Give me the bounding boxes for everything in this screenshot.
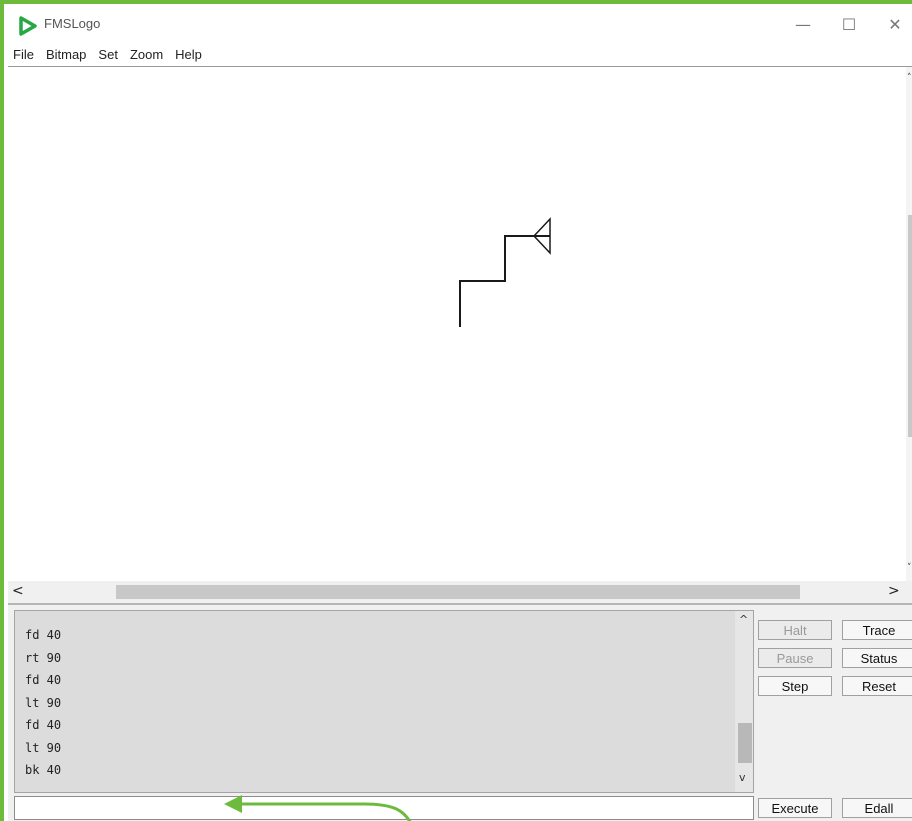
close-button[interactable]: ✕: [872, 8, 912, 40]
execute-button[interactable]: Execute: [758, 798, 832, 818]
commander-panel: fd 40 rt 90 fd 40 lt 90 fd 40 lt 90 bk 4…: [8, 603, 912, 821]
command-history[interactable]: fd 40 rt 90 fd 40 lt 90 fd 40 lt 90 bk 4…: [14, 610, 754, 793]
scroll-down-arrow-icon[interactable]: ˅: [907, 563, 912, 573]
canvas-horizontal-scrollbar[interactable]: < >: [8, 581, 912, 603]
horizontal-scroll-thumb[interactable]: [116, 585, 800, 599]
history-line[interactable]: fd 40: [25, 714, 61, 737]
menu-file[interactable]: File: [8, 47, 41, 62]
halt-button[interactable]: Halt: [758, 620, 832, 640]
pause-button[interactable]: Pause: [758, 648, 832, 668]
command-input[interactable]: [14, 796, 754, 820]
trace-button[interactable]: Trace: [842, 620, 912, 640]
history-line[interactable]: lt 90: [25, 737, 61, 760]
history-line[interactable]: fd 40: [25, 669, 61, 692]
edall-button[interactable]: Edall: [842, 798, 912, 818]
app-window: FMSLogo — ☐ ✕ File Bitmap Set Zoom Help …: [0, 0, 912, 821]
reset-button[interactable]: Reset: [842, 676, 912, 696]
scroll-up-arrow-icon[interactable]: ˄: [907, 73, 912, 83]
status-button[interactable]: Status: [842, 648, 912, 668]
history-line[interactable]: lt 90: [25, 692, 61, 715]
menu-bitmap[interactable]: Bitmap: [41, 47, 93, 62]
history-scroll-up-icon[interactable]: ^: [739, 613, 748, 626]
vertical-scroll-thumb[interactable]: [908, 215, 912, 437]
window-title: FMSLogo: [44, 16, 101, 31]
menu-bar: File Bitmap Set Zoom Help: [8, 42, 912, 67]
title-bar: FMSLogo — ☐ ✕: [8, 8, 912, 42]
menu-zoom[interactable]: Zoom: [125, 47, 170, 62]
menu-set[interactable]: Set: [93, 47, 125, 62]
history-scrollbar[interactable]: ^ v: [735, 611, 753, 792]
maximize-button[interactable]: ☐: [826, 8, 872, 40]
step-button[interactable]: Step: [758, 676, 832, 696]
history-scroll-down-icon[interactable]: v: [739, 771, 746, 784]
menu-help[interactable]: Help: [170, 47, 209, 62]
turtle-drawing: [459, 217, 551, 327]
history-line[interactable]: rt 90: [25, 647, 61, 670]
history-line[interactable]: bk 40: [25, 759, 61, 782]
minimize-button[interactable]: —: [780, 8, 826, 40]
canvas-vertical-scrollbar[interactable]: ˄ ˅: [906, 67, 912, 581]
history-scroll-thumb[interactable]: [738, 723, 752, 763]
scroll-right-arrow-icon[interactable]: >: [888, 583, 900, 599]
turtle-path: [459, 235, 550, 327]
history-line[interactable]: fd 40: [25, 624, 61, 647]
scroll-left-arrow-icon[interactable]: <: [12, 583, 24, 599]
turtle-canvas[interactable]: [8, 67, 906, 581]
fmslogo-app-icon: [19, 16, 37, 36]
